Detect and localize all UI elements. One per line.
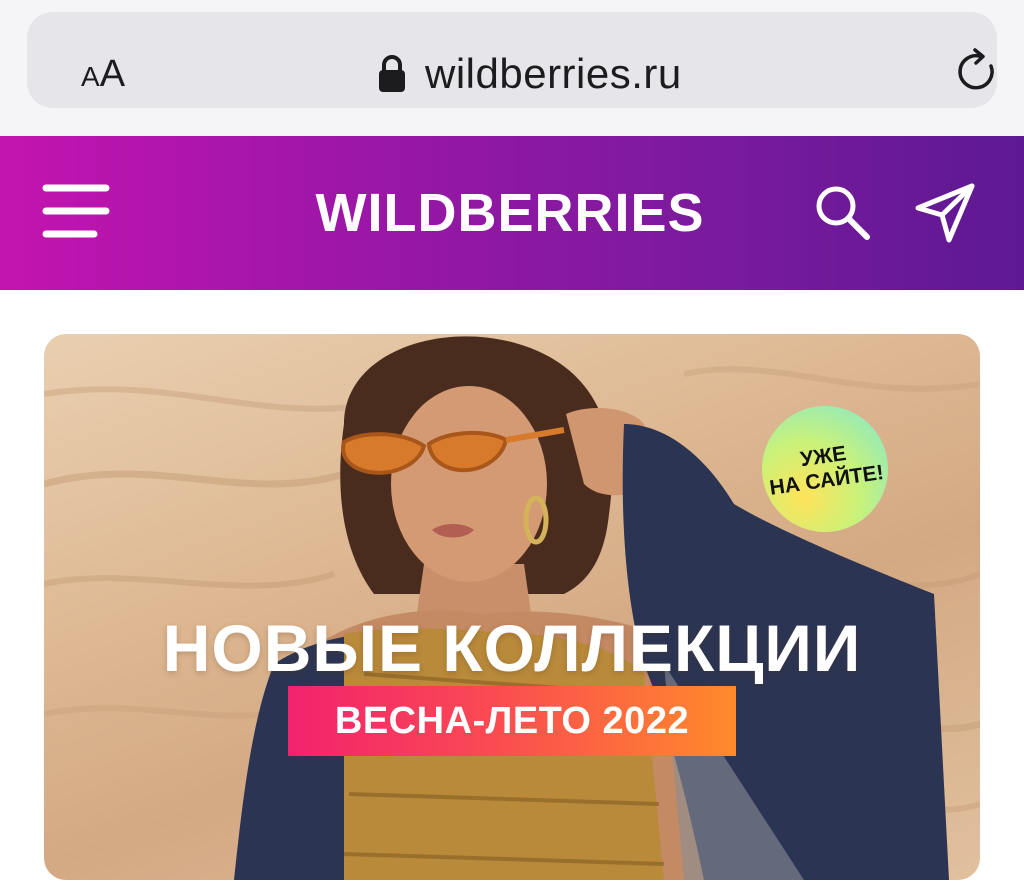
promo-banner[interactable]: УЖЕ НА САЙТЕ! НОВЫЕ КОЛЛЕКЦИИ ВЕСНА-ЛЕТО… — [44, 334, 980, 880]
site-logo[interactable]: WILDBERRIES — [260, 136, 760, 290]
text-size-button[interactable]: AA — [81, 50, 125, 106]
address-bar[interactable]: AA wildberries.ru — [27, 12, 997, 108]
site-header: WILDBERRIES — [0, 136, 1024, 290]
browser-toolbar: AA wildberries.ru — [0, 0, 1024, 136]
search-icon[interactable] — [812, 182, 872, 242]
url-display[interactable]: wildberries.ru — [377, 46, 682, 102]
text-size-big-label: A — [99, 53, 126, 95]
banner-headline: НОВЫЕ КОЛЛЕКЦИИ — [162, 611, 862, 685]
reload-icon[interactable] — [951, 46, 1003, 98]
season-label: ВЕСНА-ЛЕТО 2022 — [288, 686, 736, 756]
lock-icon — [379, 55, 405, 92]
menu-icon[interactable] — [42, 182, 110, 240]
send-icon[interactable] — [914, 182, 976, 244]
url-text: wildberries.ru — [425, 50, 682, 97]
text-size-small-label: A — [81, 61, 100, 92]
